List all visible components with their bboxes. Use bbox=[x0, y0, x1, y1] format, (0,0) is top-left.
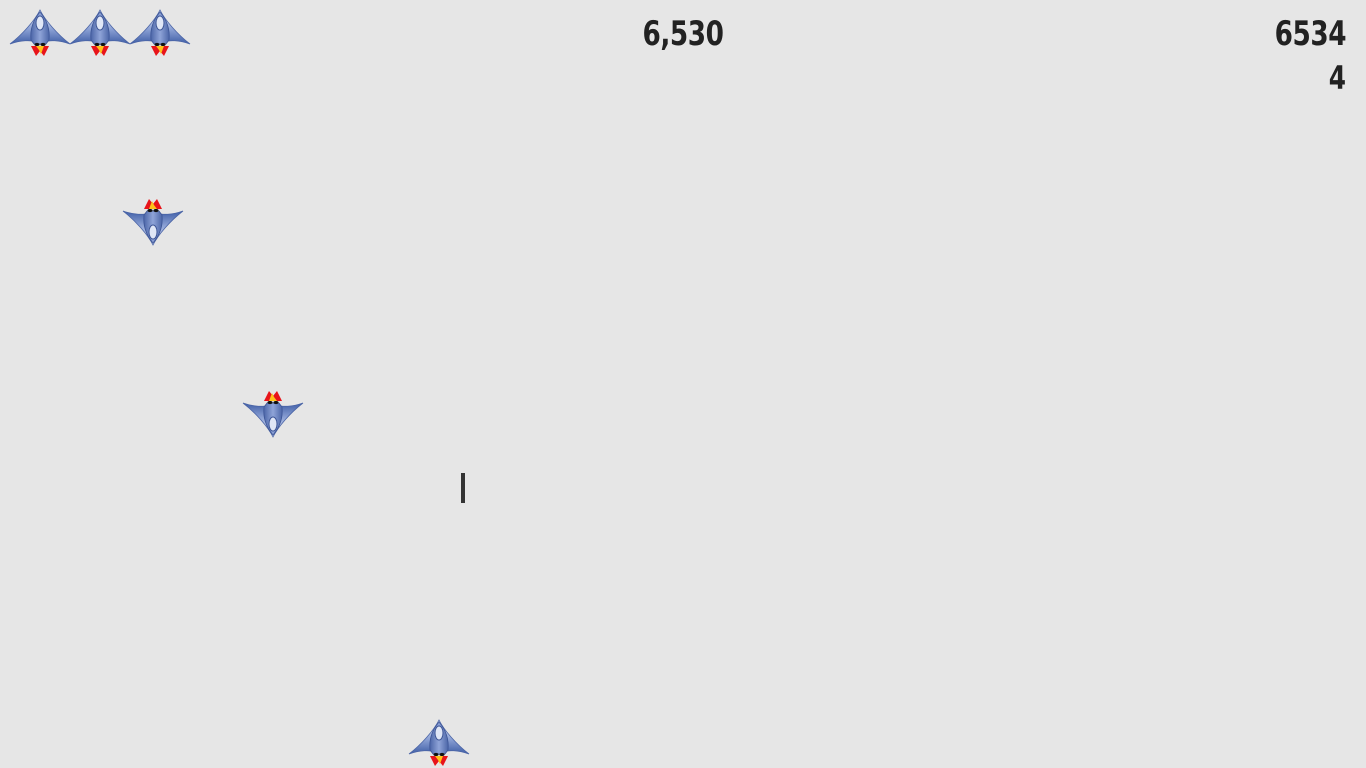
player-bullet bbox=[461, 473, 465, 503]
score-display: 6,530 bbox=[642, 14, 724, 54]
high-score-display: 6534 bbox=[1274, 14, 1346, 54]
enemy-ship-icon bbox=[242, 389, 304, 439]
life-ship-icon bbox=[129, 8, 191, 58]
game-canvas[interactable]: 6,530 6534 4 bbox=[0, 0, 1366, 768]
enemy-ship-icon bbox=[122, 197, 184, 247]
life-ship-icon bbox=[69, 8, 131, 58]
player-ship-icon[interactable] bbox=[408, 718, 470, 768]
level-display: 4 bbox=[1329, 59, 1346, 97]
life-ship-icon bbox=[9, 8, 71, 58]
